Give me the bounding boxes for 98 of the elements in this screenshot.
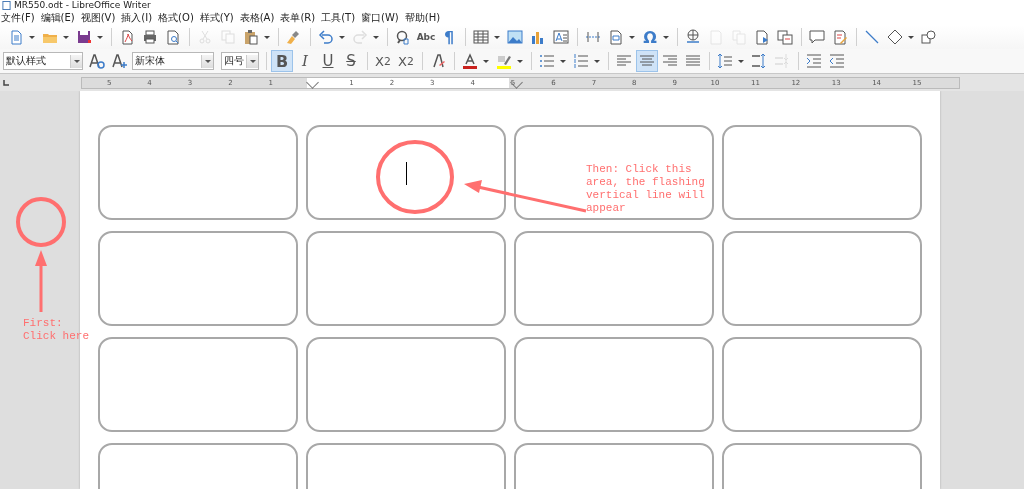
- page-magnifier-icon: [165, 29, 181, 45]
- font-color-icon: [462, 53, 478, 69]
- label-cell[interactable]: [722, 125, 922, 220]
- label-cell[interactable]: [514, 337, 714, 432]
- align-right-icon: [662, 53, 678, 69]
- footnote-icon: [708, 29, 724, 45]
- label-cell[interactable]: [306, 337, 506, 432]
- label-cell[interactable]: [306, 125, 506, 220]
- page-pencil-icon: [832, 29, 848, 45]
- bullet-list-icon: [539, 53, 555, 69]
- window-title: MR550.odt - LibreOffice Writer: [14, 0, 151, 10]
- caret-icon[interactable]: [339, 35, 345, 39]
- letter-circle-icon: [89, 53, 105, 69]
- menu-item[interactable]: 编辑(E): [40, 11, 75, 25]
- caret-icon[interactable]: [560, 59, 566, 63]
- field-icon: [608, 29, 624, 45]
- caret-icon[interactable]: [29, 35, 35, 39]
- scissors-icon: [197, 29, 213, 45]
- globe-icon: [685, 29, 701, 45]
- label-cell[interactable]: [98, 337, 298, 432]
- decrease-indent-icon: [829, 53, 845, 69]
- label-cell[interactable]: [98, 125, 298, 220]
- label-cell[interactable]: [722, 337, 922, 432]
- menu-item[interactable]: 插入(I): [121, 11, 153, 25]
- page-break-icon: [585, 29, 601, 45]
- menu-item[interactable]: 窗口(W): [361, 11, 399, 25]
- pdf-page-icon: [119, 29, 135, 45]
- menu-item[interactable]: 格式(O): [158, 11, 194, 25]
- caret-icon[interactable]: [908, 35, 914, 39]
- caret-icon[interactable]: [264, 35, 270, 39]
- strikethrough-button[interactable]: S: [340, 50, 362, 72]
- label-cell[interactable]: [306, 231, 506, 326]
- clipboard-icon: [243, 29, 259, 45]
- brush-icon: [286, 29, 302, 45]
- page-icon: [8, 29, 24, 45]
- caret-icon[interactable]: [629, 35, 635, 39]
- combo-text: 四号: [223, 54, 245, 68]
- label-cell[interactable]: [514, 125, 714, 220]
- bookmark-page-icon: [754, 29, 770, 45]
- arrow: [35, 250, 47, 312]
- align-center-icon: [639, 53, 655, 69]
- speech-bubble-icon: [809, 29, 825, 45]
- spelling-button[interactable]: Abc: [415, 26, 437, 48]
- caret-icon[interactable]: [738, 59, 744, 63]
- caret-icon[interactable]: [483, 59, 489, 63]
- menu-item[interactable]: 帮助(H): [404, 11, 441, 25]
- annotation-text: First: Click here: [23, 317, 89, 343]
- align-left-icon: [616, 53, 632, 69]
- caret-icon[interactable]: [97, 35, 103, 39]
- caret-icon[interactable]: [494, 35, 500, 39]
- clear-formatting-icon: [430, 53, 446, 69]
- shapes-icon: [921, 29, 937, 45]
- paragraph-spacing-icon: [774, 53, 790, 69]
- label-cell[interactable]: [722, 231, 922, 326]
- caret-icon[interactable]: [63, 35, 69, 39]
- caret-icon[interactable]: [517, 59, 523, 63]
- text-box-icon: [553, 29, 569, 45]
- menu-item[interactable]: 视图(V): [80, 11, 116, 25]
- table-icon: [473, 29, 489, 45]
- italic-button[interactable]: I: [294, 50, 316, 72]
- font-name-dropdown[interactable]: 新宋体: [132, 52, 214, 70]
- undo-icon: [318, 29, 334, 45]
- letter-plus-icon: [112, 53, 128, 69]
- tab-stop-icon[interactable]: [3, 79, 9, 86]
- circle-mark: [16, 197, 66, 247]
- label-cell[interactable]: [514, 231, 714, 326]
- cross-reference-icon: [777, 29, 793, 45]
- caret-icon[interactable]: [594, 59, 600, 63]
- menu-item[interactable]: 文件(F): [1, 11, 35, 25]
- increase-indent-icon: [806, 53, 822, 69]
- redo-icon: [352, 29, 368, 45]
- menu-item[interactable]: 样式(Y): [199, 11, 234, 25]
- combo-text: 新宋体: [134, 54, 166, 68]
- label-cell[interactable]: [98, 231, 298, 326]
- paragraph-spacing-icon: [751, 53, 767, 69]
- line-icon: [864, 29, 880, 45]
- justify-icon: [685, 53, 701, 69]
- combo-text: 默认样式: [5, 54, 47, 68]
- paragraph-style-dropdown[interactable]: 默认样式: [3, 52, 83, 70]
- font-size-dropdown[interactable]: 四号: [221, 52, 259, 70]
- annotation-text: Then: Click this area, the flashing vertical line will appear: [586, 163, 705, 215]
- menu-item[interactable]: 表格(A): [239, 11, 275, 25]
- image-icon: [507, 29, 523, 45]
- numbered-list-icon: [573, 53, 589, 69]
- printer-icon: [142, 29, 158, 45]
- bold-button[interactable]: B: [271, 50, 293, 72]
- caret-icon[interactable]: [663, 35, 669, 39]
- diamond-icon: [887, 29, 903, 45]
- copy-icon: [220, 29, 236, 45]
- formatting-marks-button[interactable]: ¶: [438, 26, 460, 48]
- underline-button[interactable]: U: [317, 50, 339, 72]
- menu-item[interactable]: 表单(R): [280, 11, 316, 25]
- menu-item[interactable]: 工具(T): [321, 11, 356, 25]
- highlighter-icon: [496, 53, 512, 69]
- search-icon: [395, 29, 411, 45]
- bar-chart-icon: [530, 29, 546, 45]
- special-character-button[interactable]: Ω: [639, 26, 661, 48]
- line-spacing-icon: [717, 53, 733, 69]
